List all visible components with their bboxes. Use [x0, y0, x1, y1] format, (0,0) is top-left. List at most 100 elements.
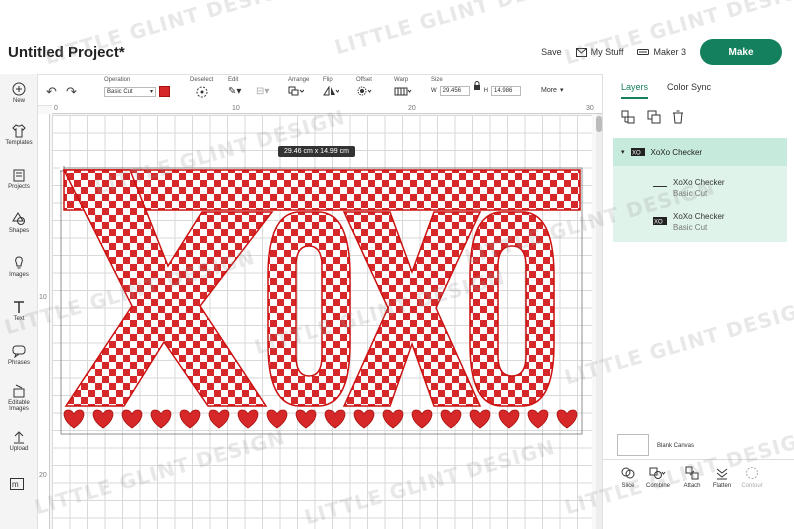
rail-label: Templates — [5, 140, 33, 146]
size-control: Size W 29.456 H 14.986 — [431, 77, 522, 96]
chevron-down-icon: ▾ — [559, 87, 564, 94]
edit-toolbar: ↶ ↷ Operation Basic Cut ▾ Deselect Edit ✎… — [38, 74, 602, 106]
rail-label: Text — [13, 316, 25, 322]
rail-bottom-icon[interactable]: m — [10, 478, 24, 490]
svg-text:XO: XO — [654, 220, 663, 226]
height-input[interactable]: 14.986 — [491, 86, 522, 96]
rail-projects[interactable]: Projects — [0, 168, 38, 190]
rail-phrases[interactable]: Phrases — [0, 344, 38, 366]
ruler-left: 10 20 — [38, 114, 50, 529]
warp-label: Warp — [394, 77, 409, 83]
tab-layers[interactable]: Layers — [621, 82, 649, 99]
plus-circle-icon — [12, 82, 26, 96]
letter-o-1 — [267, 211, 351, 407]
align-control[interactable]: ⊟▾ — [256, 77, 269, 97]
my-stuff-label: My Stuff — [590, 47, 624, 57]
slice-icon — [621, 467, 635, 479]
rail-upload[interactable]: Upload — [0, 430, 38, 452]
chevron-down-icon: ▾ — [149, 89, 153, 95]
width-input[interactable]: 29.456 — [439, 86, 470, 96]
trash-icon[interactable] — [671, 110, 685, 124]
app-window: Untitled Project* Save My Stuff Maker 3 … — [0, 0, 794, 529]
make-button[interactable]: Make — [700, 39, 782, 65]
project-title[interactable]: Untitled Project* — [8, 44, 125, 61]
deselect-icon — [196, 86, 208, 98]
ruler-tick: 0 — [54, 105, 58, 112]
ruler-tick: 10 — [39, 294, 47, 301]
group-icon[interactable] — [621, 110, 635, 124]
folder-icon — [13, 169, 25, 182]
undo-icon[interactable]: ↶ — [46, 84, 57, 100]
attach-icon — [685, 466, 699, 480]
lock-icon[interactable] — [473, 80, 481, 90]
slice-button[interactable]: Slice — [613, 466, 643, 489]
offset-icon — [357, 86, 372, 96]
redo-icon[interactable]: ↷ — [66, 84, 77, 100]
contour-button[interactable]: Contour — [737, 466, 767, 489]
duplicate-icon[interactable] — [647, 110, 661, 124]
svg-text:m: m — [12, 480, 19, 489]
attach-button[interactable]: Attach — [677, 466, 707, 489]
layer-group-header[interactable]: ▾ XO XoXo Checker — [613, 138, 787, 166]
width-label: W — [431, 88, 437, 94]
ruler-tick: 20 — [39, 472, 47, 479]
edit-control[interactable]: Edit ✎▾ — [228, 77, 241, 97]
rail-shapes[interactable]: Shapes — [0, 212, 38, 234]
more-menu[interactable]: More ▾ — [541, 86, 564, 95]
layer-operation: Basic Cut — [673, 189, 708, 198]
warp-control[interactable]: Warp — [394, 77, 412, 98]
tab-color-sync[interactable]: Color Sync — [667, 82, 711, 92]
bottom-tools: Slice Combine Attach Flatten Contour — [603, 459, 794, 529]
operation-select[interactable]: Basic Cut ▾ — [104, 86, 156, 97]
group-name: XoXo Checker — [650, 147, 703, 157]
arrange-control[interactable]: Arrange — [288, 77, 309, 98]
layer-name: XoXo Checker — [673, 178, 725, 187]
rail-label: Phrases — [7, 360, 30, 366]
machine-button[interactable]: Maker 3 — [637, 47, 686, 57]
ruler-tick: 20 — [408, 105, 416, 112]
tool-label: Contour — [741, 483, 763, 489]
contour-icon — [746, 467, 758, 479]
rail-editable-images[interactable]: Editable Images — [0, 384, 38, 412]
operation-control: Operation Basic Cut ▾ — [104, 77, 170, 97]
letter-o-2 — [469, 211, 555, 407]
top-bar: Untitled Project* Save My Stuff Maker 3 … — [0, 0, 794, 74]
rail-templates[interactable]: Templates — [0, 124, 38, 146]
xoxo-design[interactable] — [60, 166, 586, 436]
save-label: Save — [541, 47, 562, 57]
ruler-top: 0 10 20 30 — [52, 104, 602, 114]
layer-group[interactable]: ▾ XO XoXo Checker XoXo Checker Basic Cut… — [613, 138, 787, 242]
flip-control[interactable]: Flip — [323, 77, 340, 98]
tool-label: Slice — [621, 483, 635, 489]
offset-label: Offset — [356, 77, 372, 83]
combine-button[interactable]: Combine — [643, 466, 673, 489]
layer-row[interactable]: XoXo Checker Basic Cut — [613, 174, 787, 204]
blank-canvas-swatch[interactable] — [617, 434, 649, 456]
upload-icon — [14, 431, 24, 444]
flatten-button[interactable]: Flatten — [707, 466, 737, 489]
rail-new[interactable]: New — [0, 82, 38, 104]
machine-icon — [637, 49, 650, 55]
flatten-icon — [716, 468, 728, 480]
color-swatch[interactable] — [159, 86, 170, 97]
rail-label: Upload — [9, 446, 29, 452]
arrange-icon — [288, 86, 305, 96]
hearts-row — [63, 409, 578, 429]
chevron-down-icon[interactable]: ▾ — [621, 148, 625, 156]
rail-images[interactable]: Images — [0, 256, 38, 278]
rail-label: Shapes — [8, 228, 30, 234]
save-button[interactable]: Save — [541, 47, 562, 57]
more-label: More — [541, 86, 557, 94]
deselect-control[interactable]: Deselect — [190, 77, 213, 100]
warp-icon — [394, 87, 412, 96]
layers-panel: Layers Color Sync ▾ XO XoXo Checker XoXo… — [602, 74, 794, 529]
offset-control[interactable]: Offset — [356, 77, 372, 98]
height-label: H — [483, 88, 489, 94]
my-stuff-button[interactable]: My Stuff — [575, 47, 624, 57]
bulb-icon — [15, 256, 23, 269]
layer-name: XoXo Checker — [673, 212, 725, 221]
layer-thumb: XO — [653, 217, 667, 225]
layer-row[interactable]: XO XoXo Checker Basic Cut — [613, 208, 787, 238]
rail-text[interactable]: Text — [0, 300, 38, 322]
machine-label: Maker 3 — [653, 47, 686, 57]
